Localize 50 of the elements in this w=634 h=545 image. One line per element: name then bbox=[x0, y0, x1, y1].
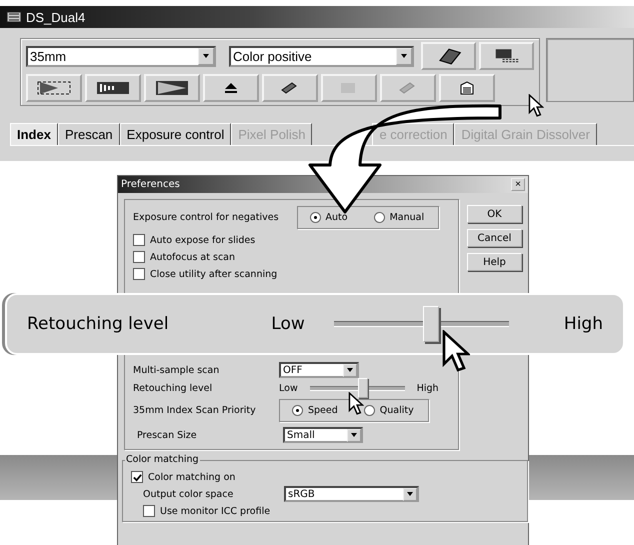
radio-option[interactable]: Quality bbox=[364, 405, 414, 416]
index-scan-button[interactable] bbox=[26, 74, 82, 102]
output-space-label: Output color space bbox=[143, 488, 234, 500]
prescan-size-label: Prescan Size bbox=[136, 430, 198, 440]
play-icon bbox=[154, 79, 190, 97]
bars-icon bbox=[95, 79, 131, 97]
display-button[interactable] bbox=[479, 42, 534, 70]
film-format-dropdown[interactable]: 35mm bbox=[26, 46, 216, 66]
check-icon bbox=[132, 472, 142, 482]
film-type-dropdown[interactable]: Color positive bbox=[229, 46, 414, 66]
checkbox-option[interactable]: Use monitor ICC profile bbox=[131, 505, 519, 517]
checkbox-option[interactable]: Color matching on bbox=[131, 471, 519, 483]
dialog-button[interactable]: OK bbox=[467, 205, 522, 223]
dialog-title: Preferences bbox=[121, 179, 180, 190]
help-button[interactable] bbox=[421, 42, 476, 70]
slider-thumb[interactable] bbox=[423, 306, 440, 342]
low-label: Low bbox=[271, 314, 306, 334]
multi-sample-dropdown[interactable]: OFF bbox=[279, 362, 359, 378]
cursor-icon bbox=[528, 94, 544, 118]
retouching-label: Retouching level bbox=[133, 383, 214, 394]
group-title: Color matching bbox=[125, 454, 200, 465]
low-label: Low bbox=[279, 383, 298, 394]
radio-option[interactable]: Speed bbox=[292, 405, 338, 416]
prescan-size-dropdown[interactable]: Small bbox=[283, 427, 363, 443]
index-priority-label: 35mm Index Scan Priority bbox=[133, 405, 257, 416]
dialog-button[interactable]: Cancel bbox=[467, 229, 522, 247]
high-label: High bbox=[416, 383, 439, 394]
dialog-button[interactable]: Help bbox=[467, 253, 522, 271]
preferences-button[interactable] bbox=[439, 74, 495, 102]
checkbox-option[interactable]: Autofocus at scan bbox=[133, 251, 450, 263]
close-button[interactable]: × bbox=[511, 178, 525, 191]
checkbox-option[interactable]: Auto expose for slides bbox=[133, 234, 450, 246]
tab[interactable]: Index bbox=[10, 123, 58, 145]
brush-button[interactable] bbox=[262, 74, 318, 102]
exposure-label: Exposure control for negatives bbox=[133, 212, 279, 223]
radio-option[interactable]: Manual bbox=[374, 212, 424, 223]
cursor-icon bbox=[348, 392, 364, 416]
radio-option[interactable]: Auto bbox=[310, 212, 348, 223]
high-label: High bbox=[564, 314, 603, 334]
tab[interactable]: Exposure control bbox=[120, 123, 232, 145]
prescan-button[interactable] bbox=[85, 74, 141, 102]
film-strip-icon bbox=[36, 79, 72, 97]
callout-label: Retouching level bbox=[27, 314, 170, 334]
eject-button[interactable] bbox=[203, 74, 259, 102]
tab[interactable]: Prescan bbox=[58, 123, 120, 145]
multi-sample-label: Multi-sample scan bbox=[133, 364, 220, 376]
window-title: DS_Dual4 bbox=[26, 10, 86, 24]
color-space-dropdown[interactable]: sRGB bbox=[284, 486, 419, 502]
checkbox-option[interactable]: Close utility after scanning bbox=[133, 268, 450, 280]
scan-button[interactable] bbox=[144, 74, 200, 102]
